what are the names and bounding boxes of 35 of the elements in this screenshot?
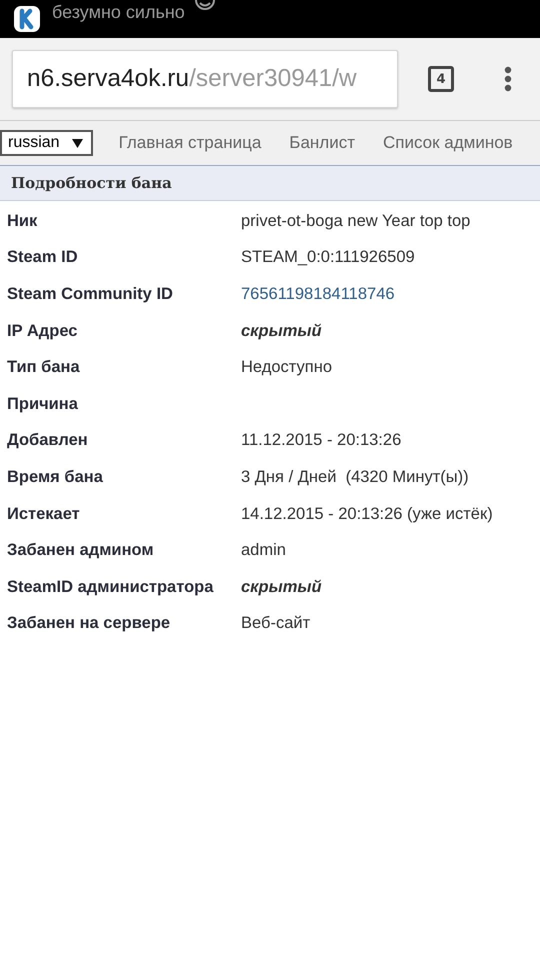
detail-label: Ник [7, 212, 38, 231]
detail-value: Недоступно [241, 358, 333, 378]
detail-value: STEAM_0:0:111926509 [241, 248, 416, 268]
dropdown-icon [72, 138, 83, 148]
address-bar[interactable]: n6.serva4ok.ru/server30941/w [12, 50, 398, 108]
nav-link[interactable]: Главная страница [118, 133, 262, 153]
detail-label: Steam Community ID [7, 284, 174, 304]
detail-value: 11.12.2015 - 20:13:26 [241, 431, 402, 450]
detail-label: IP Адрес [7, 322, 78, 341]
tab-count-button[interactable]: 4 [428, 66, 454, 92]
smiley-icon [194, 0, 215, 12]
detail-value: скрытый [241, 578, 323, 597]
detail-value: 3 Дня / Дней (4320 Минут(ы)) [241, 468, 470, 487]
detail-value: admin [241, 541, 287, 560]
detail-value: Веб-сайт [241, 614, 312, 634]
detail-label: Добавлен [7, 431, 89, 450]
section-title: Подробности бана [0, 166, 540, 201]
detail-label: Забанен админом [7, 541, 155, 560]
detail-label: Время бана [7, 468, 104, 487]
detail-link[interactable]: 76561198184118746 [241, 284, 540, 304]
detail-label: Steam ID [7, 248, 79, 268]
detail-label: Тип бана [7, 358, 81, 378]
notification-text: безумно сильно [52, 2, 185, 22]
app-logo-icon [12, 4, 42, 34]
language-select[interactable]: russian [0, 130, 93, 156]
detail-label: Причина [7, 394, 79, 414]
detail-value: скрытый [241, 322, 323, 341]
detail-label: Истекает [7, 504, 81, 524]
detail-label: Забанен на сервере [7, 614, 172, 634]
detail-value: 14.12.2015 - 20:13:26 (уже истёк) [241, 504, 494, 524]
detail-label: SteamID администратора [7, 578, 214, 597]
detail-value: privet-ot-boga new Year top top [241, 212, 472, 231]
menu-icon[interactable] [504, 66, 512, 92]
nav-link[interactable]: Банлист [289, 133, 355, 153]
nav-link[interactable]: Список админов [382, 133, 513, 153]
